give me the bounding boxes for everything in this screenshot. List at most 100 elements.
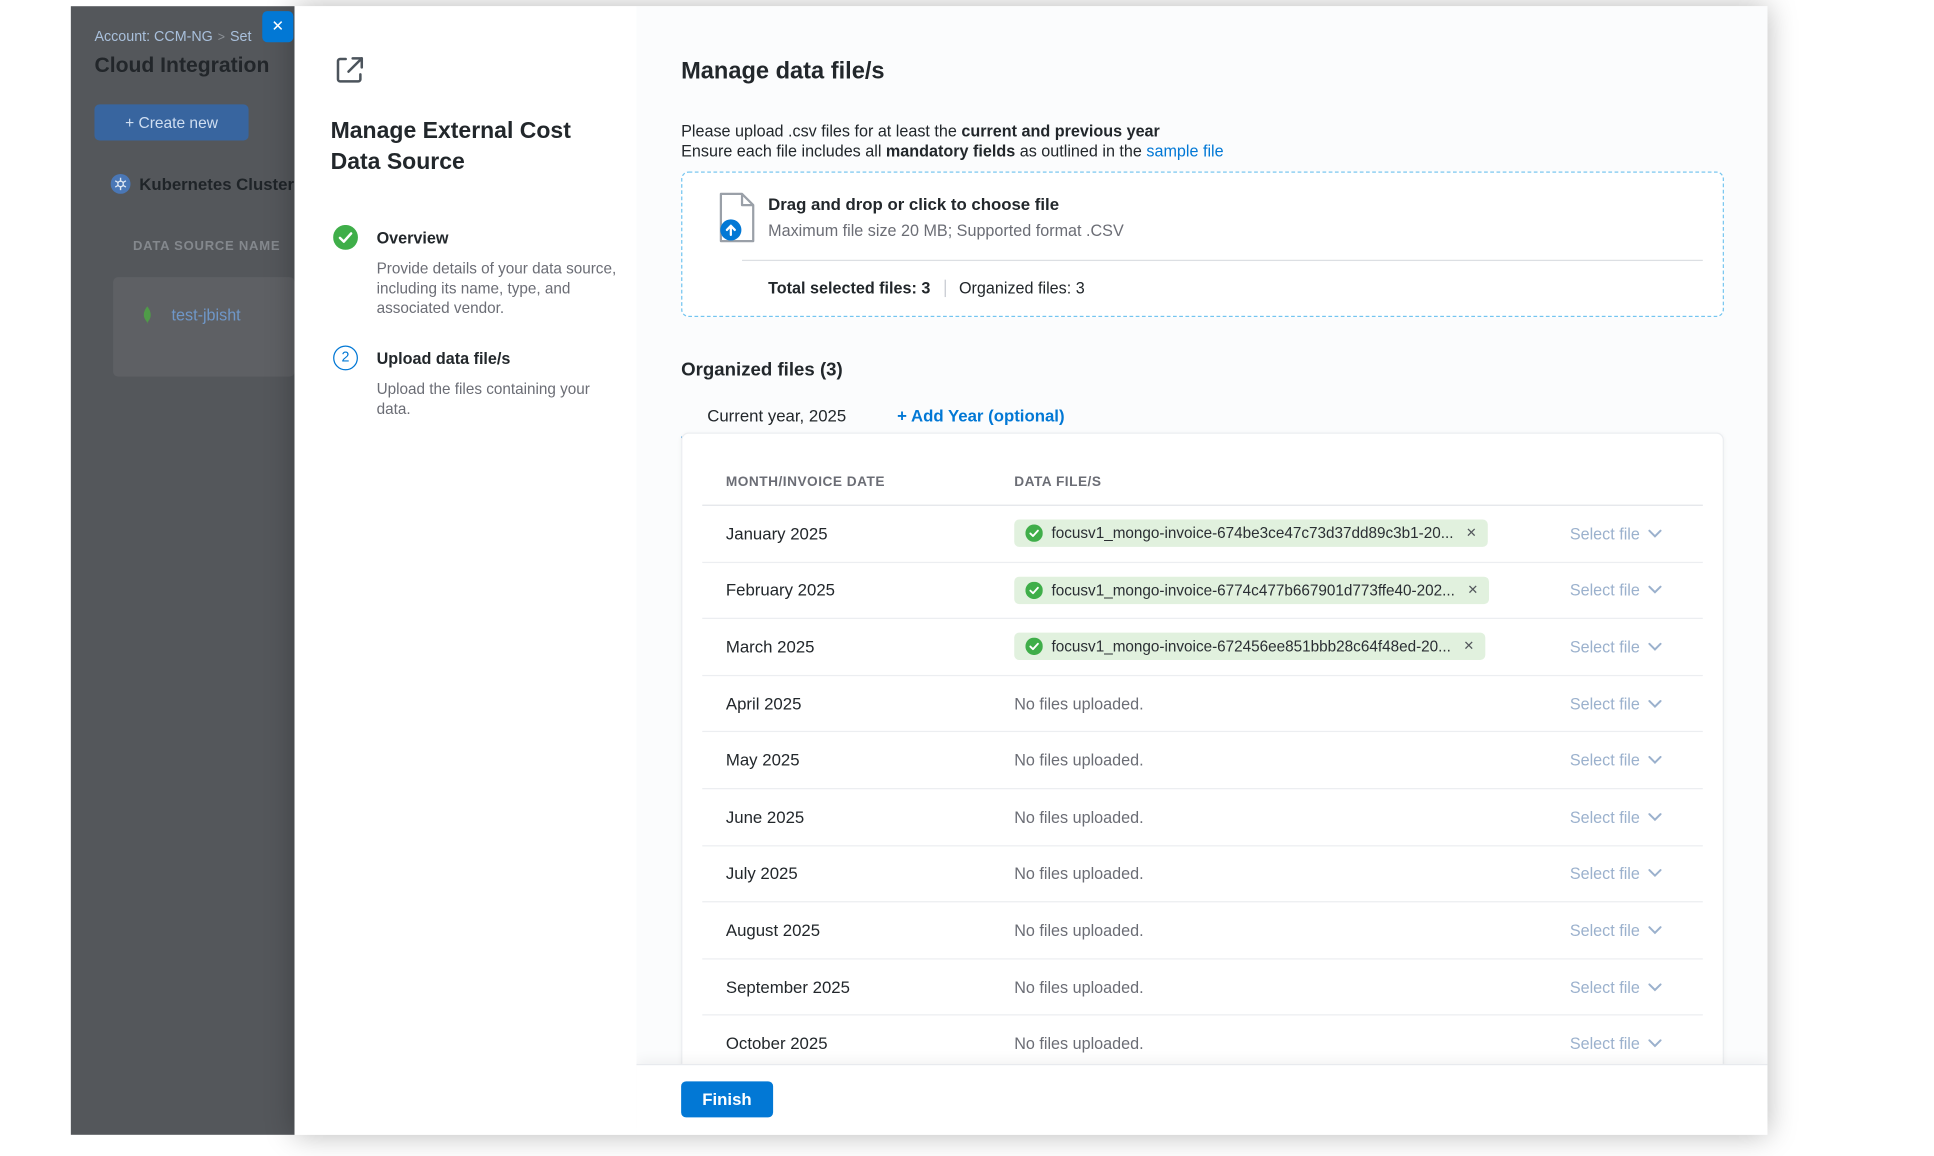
month-cell: July 2025	[726, 864, 1014, 883]
close-button[interactable]: ✕	[262, 11, 293, 42]
chevron-down-icon	[1649, 813, 1663, 822]
select-file-label: Select file	[1570, 524, 1640, 543]
page: Account: CCM-NG>Set Cloud Integration + …	[0, 0, 1934, 1156]
total-selected-files: Total selected files: 3	[768, 278, 930, 297]
select-file-dropdown[interactable]: Select file	[1554, 751, 1703, 770]
empty-text: No files uploaded.	[1014, 694, 1143, 713]
files-cell: No files uploaded.	[1014, 751, 1553, 770]
file-dropzone[interactable]: Drag and drop or click to choose file Ma…	[681, 172, 1724, 317]
file-chip: focusv1_mongo-invoice-6774c477b667901d77…	[1014, 577, 1489, 604]
select-file-dropdown[interactable]: Select file	[1554, 694, 1703, 713]
select-file-dropdown[interactable]: Select file	[1554, 864, 1703, 883]
table-row: July 2025 No files uploaded. Select file	[702, 846, 1703, 903]
remove-file-icon[interactable]: ✕	[1467, 583, 1478, 598]
chevron-down-icon	[1649, 643, 1663, 652]
select-file-dropdown[interactable]: Select file	[1554, 1034, 1703, 1053]
organized-files-heading: Organized files (3)	[681, 359, 843, 380]
file-name: focusv1_mongo-invoice-672456ee851bbb28c6…	[1052, 638, 1451, 655]
external-link-icon	[333, 53, 367, 87]
select-file-dropdown[interactable]: Select file	[1554, 638, 1703, 657]
files-cell: No files uploaded.	[1014, 808, 1553, 827]
files-cell: No files uploaded.	[1014, 1034, 1553, 1053]
select-file-label: Select file	[1570, 808, 1640, 827]
data-source-row[interactable]: test-jbisht	[138, 306, 241, 325]
empty-text: No files uploaded.	[1014, 921, 1143, 940]
chevron-down-icon	[1649, 926, 1663, 935]
step-complete-check-icon	[333, 225, 358, 250]
select-file-label: Select file	[1570, 978, 1640, 997]
select-file-dropdown[interactable]: Select file	[1554, 524, 1703, 543]
file-name: focusv1_mongo-invoice-6774c477b667901d77…	[1052, 582, 1455, 599]
remove-file-icon[interactable]: ✕	[1463, 639, 1474, 654]
mongodb-leaf-icon	[138, 306, 157, 325]
empty-text: No files uploaded.	[1014, 864, 1143, 883]
month-cell: June 2025	[726, 808, 1014, 827]
select-file-dropdown[interactable]: Select file	[1554, 921, 1703, 940]
data-source-name-link[interactable]: test-jbisht	[172, 306, 241, 325]
step-number-badge: 2	[333, 346, 358, 371]
select-file-dropdown[interactable]: Select file	[1554, 978, 1703, 997]
step-upload-data-files[interactable]: 2 Upload data file/s Upload the files co…	[333, 346, 616, 420]
totals-divider	[944, 279, 945, 296]
remove-file-icon[interactable]: ✕	[1466, 526, 1477, 541]
month-cell: September 2025	[726, 978, 1014, 997]
table-row: January 2025 focusv1_mongo-invoice-674be…	[702, 506, 1703, 563]
files-cell: No files uploaded.	[1014, 694, 1553, 713]
check-circle-icon	[1025, 525, 1042, 542]
month-cell: March 2025	[726, 638, 1014, 657]
chevron-down-icon	[1649, 586, 1663, 595]
table-body: January 2025 focusv1_mongo-invoice-674be…	[702, 506, 1703, 1073]
create-new-button[interactable]: + Create new	[94, 104, 248, 140]
month-cell: August 2025	[726, 921, 1014, 940]
manage-data-files-panel: Manage data file/s Please upload .csv fi…	[636, 6, 1767, 1135]
files-cell: No files uploaded.	[1014, 921, 1553, 940]
data-source-row-card	[113, 277, 294, 376]
empty-text: No files uploaded.	[1014, 751, 1143, 770]
select-file-dropdown[interactable]: Select file	[1554, 581, 1703, 600]
dropzone-title: Drag and drop or click to choose file	[768, 195, 1059, 214]
step-upload-description: Upload the files containing your data.	[377, 379, 617, 419]
panel-title: Manage data file/s	[681, 58, 884, 85]
table-row: April 2025 No files uploaded. Select fil…	[702, 676, 1703, 733]
select-file-dropdown[interactable]: Select file	[1554, 808, 1703, 827]
upload-file-icon	[715, 191, 760, 243]
step-overview[interactable]: Overview Provide details of your data so…	[333, 225, 616, 319]
files-cell: No files uploaded.	[1014, 978, 1553, 997]
files-cell: focusv1_mongo-invoice-6774c477b667901d77…	[1014, 577, 1553, 604]
organized-files-table: MONTH/INVOICE DATE DATA FILE/S January 2…	[681, 433, 1724, 1082]
drawer-footer: Finish	[636, 1064, 1767, 1135]
chevron-down-icon	[1649, 869, 1663, 878]
column-header-data-files: DATA FILE/S	[1014, 475, 1101, 490]
select-file-label: Select file	[1570, 1034, 1640, 1053]
files-cell: No files uploaded.	[1014, 864, 1553, 883]
empty-text: No files uploaded.	[1014, 808, 1143, 827]
manage-data-source-drawer: ✕ Manage External Cost Data Source Overv…	[295, 6, 1768, 1135]
file-name: focusv1_mongo-invoice-674be3ce47c73d37dd…	[1052, 525, 1454, 542]
instructions-line-1: Please upload .csv files for at least th…	[681, 122, 1224, 142]
chevron-down-icon	[1649, 983, 1663, 992]
finish-button[interactable]: Finish	[681, 1081, 773, 1117]
chevron-down-icon	[1649, 1039, 1663, 1048]
drawer-stepper-panel: Manage External Cost Data Source Overvie…	[295, 6, 637, 1135]
background-overlay: Account: CCM-NG>Set Cloud Integration + …	[71, 6, 295, 1135]
step-overview-label: Overview	[377, 225, 617, 247]
column-header-data-source-name: DATA SOURCE NAME	[133, 239, 280, 254]
month-cell: October 2025	[726, 1034, 1014, 1053]
breadcrumb-page-link[interactable]: Set	[230, 30, 251, 45]
month-cell: May 2025	[726, 751, 1014, 770]
breadcrumb-account-link[interactable]: Account: CCM-NG	[94, 30, 212, 45]
month-cell: February 2025	[726, 581, 1014, 600]
files-cell: focusv1_mongo-invoice-672456ee851bbb28c6…	[1014, 633, 1553, 660]
select-file-label: Select file	[1570, 751, 1640, 770]
table-header: MONTH/INVOICE DATE DATA FILE/S	[702, 434, 1703, 506]
check-circle-icon	[1025, 638, 1042, 655]
sample-file-link[interactable]: sample file	[1146, 142, 1223, 161]
instructions-line-2: Ensure each file includes all mandatory …	[681, 142, 1224, 162]
month-cell: January 2025	[726, 524, 1014, 543]
files-cell: focusv1_mongo-invoice-674be3ce47c73d37dd…	[1014, 520, 1553, 547]
select-file-label: Select file	[1570, 638, 1640, 657]
background-page-title: Cloud Integration	[94, 53, 269, 78]
chevron-down-icon	[1649, 529, 1663, 538]
tab-kubernetes-clusters[interactable]: Kubernetes Clusters	[111, 174, 295, 194]
month-cell: April 2025	[726, 694, 1014, 713]
